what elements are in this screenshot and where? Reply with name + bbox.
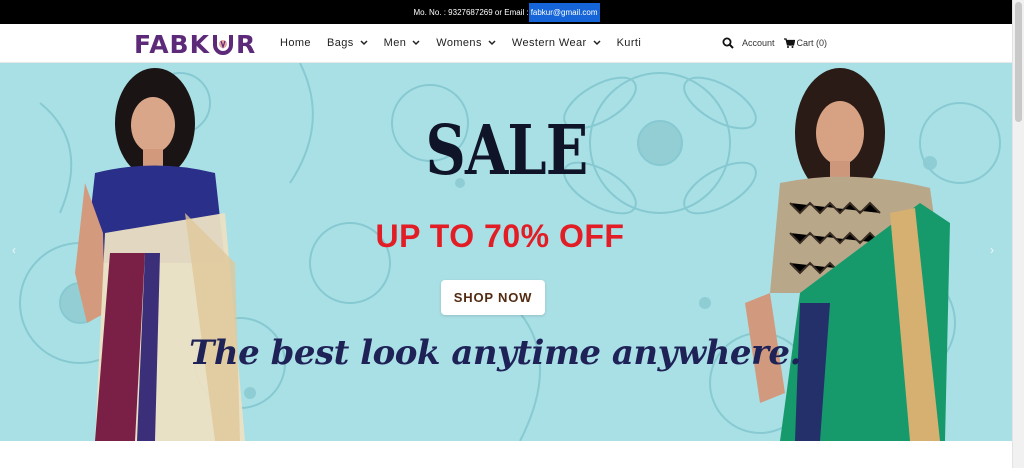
contact-email-link[interactable]: fabkur@gmail.com (528, 2, 600, 22)
chevron-right-icon[interactable]: › (990, 243, 994, 257)
chevron-down-icon (488, 39, 496, 48)
menu-item-home[interactable]: Home (280, 37, 311, 49)
cart-link[interactable]: Cart (0) (797, 38, 828, 48)
hero-headline: SALE (425, 111, 589, 191)
search-icon[interactable] (722, 37, 734, 49)
menu-item-bags[interactable]: Bags (327, 37, 368, 49)
chevron-left-icon[interactable]: ‹ (12, 243, 16, 257)
top-contact-bar: Mo. No. : 9327687269 or Email : fabkur@g… (0, 0, 1013, 24)
menu-item-womens[interactable]: Womens (436, 37, 496, 49)
page-scrollbar[interactable] (1012, 0, 1024, 468)
chevron-down-icon (593, 39, 601, 48)
hero-banner[interactable]: SALE UP TO 70% OFF SHOP NOW The best loo… (0, 63, 1013, 441)
hero-tagline: The best look anytime anywhere. (189, 333, 801, 373)
menu-label: Western Wear (511, 37, 587, 49)
menu-label: Bags (326, 37, 354, 49)
header-nav: FABK R Home Bags Men Womens Western Wear… (0, 24, 1013, 63)
logo-u-mark-icon (213, 35, 233, 55)
header-actions: Account Cart (0) (722, 24, 827, 62)
scrollbar-thumb[interactable] (1015, 2, 1022, 122)
hero-offer: UP TO 70% OFF (375, 218, 625, 254)
menu-label: Womens (436, 37, 482, 49)
chevron-down-icon (412, 39, 420, 48)
account-link[interactable]: Account (742, 38, 775, 48)
menu-label: Men (383, 37, 407, 49)
menu-label: Kurti (616, 37, 642, 49)
main-menu: Home Bags Men Womens Western Wear Kurti (280, 24, 657, 62)
menu-item-western-wear[interactable]: Western Wear (512, 37, 601, 49)
menu-label: Home (280, 37, 311, 49)
chevron-down-icon (360, 39, 368, 48)
menu-item-kurti[interactable]: Kurti (617, 37, 642, 49)
menu-item-men[interactable]: Men (384, 37, 421, 49)
contact-text: Mo. No. : 9327687269 or Email : (413, 7, 529, 17)
shop-now-button[interactable]: SHOP NOW (441, 280, 545, 315)
cart-icon[interactable] (783, 37, 795, 49)
brand-logo[interactable]: FABK R (134, 29, 256, 59)
logo-text-right: R (236, 29, 257, 59)
logo-text-left: FABK (134, 29, 210, 59)
